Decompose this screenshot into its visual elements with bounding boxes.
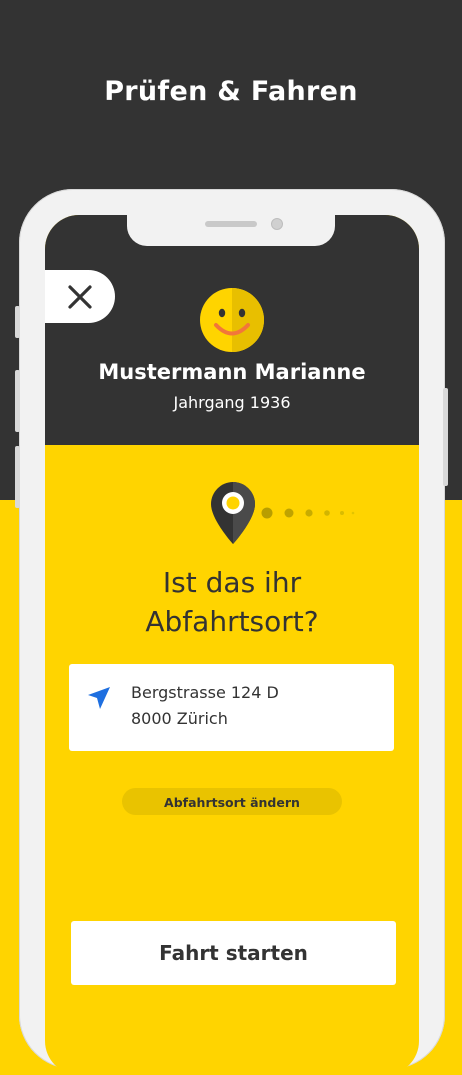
address-city: 8000 Zürich <box>131 709 228 728</box>
speaker-grille <box>205 221 257 227</box>
phone-volume-up <box>15 370 20 432</box>
promo-title: Prüfen & Fahren <box>104 76 358 107</box>
route-dots <box>261 507 355 519</box>
change-departure-button[interactable]: Abfahrtsort ändern <box>122 788 342 815</box>
smiley-face-icon <box>200 288 264 352</box>
start-ride-button[interactable]: Fahrt starten <box>71 921 396 985</box>
question-line-1: Ist das ihr <box>162 566 302 599</box>
address-card[interactable]: Bergstrasse 124 D 8000 Zürich <box>69 664 394 751</box>
question-line-2: Abfahrtsort? <box>145 605 319 638</box>
user-name: Mustermann Marianne <box>98 360 366 384</box>
user-birth-year: Jahrgang 1936 <box>173 393 291 412</box>
phone-volume-down <box>15 446 20 508</box>
close-icon <box>68 284 92 309</box>
phone-notch <box>127 215 335 246</box>
close-button[interactable] <box>45 270 115 323</box>
navigation-arrow-icon <box>88 687 110 709</box>
app-screen: Mustermann Marianne Jahrgang 1936 Ist da… <box>45 215 419 1075</box>
front-camera <box>271 218 283 230</box>
departure-question: Ist das ihr Abfahrtsort? <box>45 563 419 641</box>
phone-side-button <box>15 306 20 338</box>
phone-power-button <box>443 388 448 486</box>
address-street: Bergstrasse 124 D <box>131 683 279 702</box>
location-pin-icon <box>211 482 255 544</box>
